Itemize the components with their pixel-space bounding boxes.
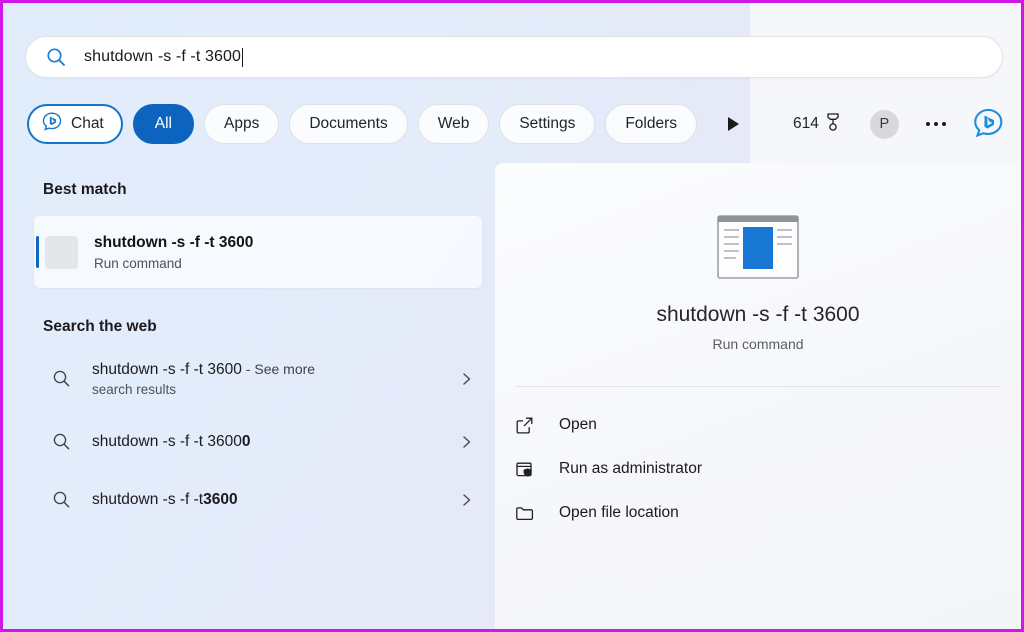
preview-title: shutdown -s -f -t 3600 <box>495 303 1021 327</box>
rewards-points[interactable]: 614 <box>793 112 842 137</box>
filter-chip-settings[interactable]: Settings <box>499 104 595 144</box>
filter-chip-label: Settings <box>519 115 575 133</box>
section-title-search-the-web: Search the web <box>43 318 495 336</box>
web-suggestion-row[interactable]: shutdown -s -f -t3600 <box>34 472 482 528</box>
filter-chip-label: Chat <box>71 115 104 133</box>
text-caret <box>242 48 243 67</box>
avatar-initial: P <box>880 116 890 132</box>
filter-chip-apps[interactable]: Apps <box>204 104 279 144</box>
search-icon <box>45 46 67 68</box>
best-match-title: shutdown -s -f -t 3600 <box>94 234 253 252</box>
chevron-right-icon[interactable] <box>452 434 482 450</box>
magnifier-icon <box>48 432 76 452</box>
toolbar-right: 614 P <box>715 103 1007 145</box>
search-input[interactable]: shutdown -s -f -t 3600 <box>25 36 1003 78</box>
web-suggestion-text: shutdown -s -f -t 36000 <box>92 433 452 451</box>
filter-chip-row: Chat All Apps Documents Web Settings Fol… <box>27 103 697 145</box>
rewards-points-value: 614 <box>793 115 819 133</box>
filter-chip-label: Folders <box>625 115 677 133</box>
best-match-subtitle: Run command <box>94 256 253 271</box>
filter-chip-label: Apps <box>224 115 259 133</box>
filter-chip-documents[interactable]: Documents <box>289 104 407 144</box>
results-column: Best match shutdown -s -f -t 3600 Run co… <box>3 163 495 629</box>
web-suggestion-title: shutdown -s -f -t 3600 - See more <box>92 361 452 379</box>
chevron-right-icon[interactable] <box>452 371 482 387</box>
selection-indicator <box>36 236 39 268</box>
web-suggestion-text: shutdown -s -f -t3600 <box>92 491 452 509</box>
action-open-file-location[interactable]: Open file location <box>515 491 1021 535</box>
filter-chip-all[interactable]: All <box>133 104 194 144</box>
search-window: shutdown -s -f -t 3600 Chat All Apps Doc… <box>0 0 1024 632</box>
filter-chip-label: Web <box>438 115 470 133</box>
web-suggestion-title: shutdown -s -f -t 36000 <box>92 433 452 451</box>
run-command-window-icon <box>717 215 799 279</box>
bing-chat-icon[interactable] <box>969 105 1007 143</box>
filter-chip-web[interactable]: Web <box>418 104 490 144</box>
action-open[interactable]: Open <box>515 403 1021 447</box>
medal-icon <box>824 112 842 137</box>
action-label: Open file location <box>559 504 679 522</box>
preview-actions: Open Run as administrator <box>495 403 1021 535</box>
web-suggestion-suffix: - See more <box>242 361 315 377</box>
bing-chat-icon <box>41 111 63 138</box>
play-arrow-icon[interactable] <box>715 104 751 144</box>
avatar[interactable]: P <box>870 110 899 139</box>
web-suggestion-title: shutdown -s -f -t3600 <box>92 491 452 509</box>
web-suggestion-bold-tail: 3600 <box>203 491 237 508</box>
web-suggestion-row[interactable]: shutdown -s -f -t 3600 - See more search… <box>34 348 482 410</box>
magnifier-icon <box>48 490 76 510</box>
preview-subtitle: Run command <box>495 336 1021 352</box>
filter-chip-label: All <box>155 115 172 133</box>
preview-divider <box>515 386 1001 387</box>
open-external-icon <box>515 416 549 435</box>
filter-chip-chat[interactable]: Chat <box>27 104 123 144</box>
web-suggestion-subtitle: search results <box>92 382 452 397</box>
best-match-text: shutdown -s -f -t 3600 Run command <box>94 234 253 271</box>
best-match-result[interactable]: shutdown -s -f -t 3600 Run command <box>34 216 482 288</box>
web-suggestion-bold-tail: 0 <box>242 433 251 450</box>
folder-icon <box>515 504 549 523</box>
shield-admin-icon <box>515 460 549 479</box>
ellipsis-icon[interactable] <box>919 107 953 141</box>
action-label: Run as administrator <box>559 460 702 478</box>
action-label: Open <box>559 416 597 434</box>
action-run-as-administrator[interactable]: Run as administrator <box>515 447 1021 491</box>
chevron-right-icon[interactable] <box>452 492 482 508</box>
app-placeholder-icon <box>45 236 78 269</box>
web-suggestion-text: shutdown -s -f -t 3600 - See more search… <box>92 361 452 397</box>
web-suggestion-row[interactable]: shutdown -s -f -t 36000 <box>34 414 482 470</box>
preview-panel: shutdown -s -f -t 3600 Run command Open <box>495 163 1021 629</box>
search-input-value: shutdown -s -f -t 3600 <box>84 48 241 66</box>
magnifier-icon <box>48 369 76 389</box>
section-title-best-match: Best match <box>43 181 495 199</box>
filter-chip-folders[interactable]: Folders <box>605 104 697 144</box>
filter-chip-label: Documents <box>309 115 387 133</box>
